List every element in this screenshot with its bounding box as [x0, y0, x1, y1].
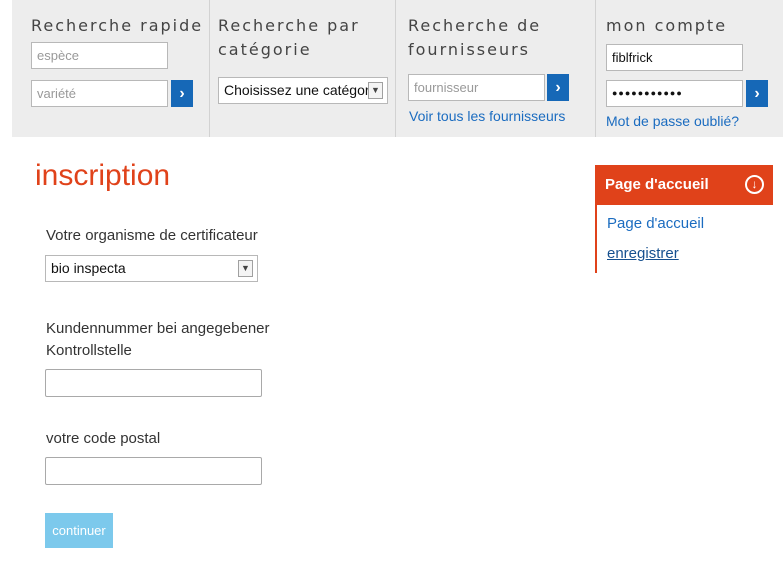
quick-search-panel: Recherche rapide espèce variété › [12, 0, 209, 137]
chevron-right-icon: › [754, 84, 760, 102]
supplier-search-title-line2: fournisseurs [408, 40, 531, 59]
side-nav-links: Page d'accueil enregistrer [595, 205, 773, 273]
login-go-button[interactable]: › [746, 80, 768, 107]
category-search-title-line1: Recherche par [218, 16, 360, 35]
category-select-value: Choisissez une catégorie [224, 82, 381, 98]
account-title: mon compte [606, 16, 728, 35]
quick-search-title: Recherche rapide [31, 16, 204, 35]
variety-input[interactable]: variété [31, 80, 168, 107]
certifier-select[interactable]: bio inspecta ▼ [45, 255, 258, 282]
page-title: inscription [35, 159, 171, 192]
top-search-bar: Recherche rapide espèce variété › Recher… [12, 0, 783, 137]
category-search-panel: Recherche par catégorie Choisissez une c… [209, 0, 395, 137]
quick-search-go-button[interactable]: › [171, 80, 193, 107]
supplier-input[interactable]: fournisseur [408, 74, 545, 101]
species-input[interactable]: espèce [31, 42, 168, 69]
forgot-password-link[interactable]: Mot de passe oublié? [606, 113, 739, 129]
customer-number-label-line2: Kontrollstelle [46, 342, 132, 359]
side-link-home[interactable]: Page d'accueil [607, 209, 773, 239]
side-nav-header[interactable]: Page d'accueil ↓ [595, 165, 773, 205]
supplier-search-title-line1: Recherche de [408, 16, 542, 35]
supplier-search-go-button[interactable]: › [547, 74, 569, 101]
chevron-down-icon: ▼ [238, 260, 253, 277]
postal-code-label: votre code postal [46, 430, 161, 447]
chevron-right-icon: › [179, 84, 185, 102]
side-navigation: Page d'accueil ↓ Page d'accueil enregist… [595, 165, 773, 273]
supplier-search-panel: Recherche de fournisseurs fournisseur › … [395, 0, 595, 137]
circle-arrow-down-icon[interactable]: ↓ [745, 175, 764, 194]
certifier-select-value: bio inspecta [51, 260, 126, 276]
customer-number-input[interactable] [45, 369, 262, 397]
all-suppliers-link[interactable]: Voir tous les fournisseurs [409, 108, 565, 124]
chevron-down-icon: ▼ [368, 82, 383, 99]
category-search-title-line2: catégorie [218, 40, 312, 59]
account-panel: mon compte fiblfrick ●●●●●●●●●●● › Mot d… [595, 0, 783, 137]
customer-number-label-line1: Kundennummer bei angegebener [46, 320, 270, 337]
chevron-right-icon: › [555, 78, 561, 96]
certifier-label: Votre organisme de certificateur [46, 227, 258, 244]
side-nav-header-label: Page d'accueil [605, 176, 709, 193]
continue-button[interactable]: continuer [45, 513, 113, 548]
postal-code-input[interactable] [45, 457, 262, 485]
username-input[interactable]: fiblfrick [606, 44, 743, 71]
password-input[interactable]: ●●●●●●●●●●● [606, 80, 743, 107]
side-link-register[interactable]: enregistrer [607, 239, 773, 269]
category-select[interactable]: Choisissez une catégorie ▼ [218, 77, 388, 104]
